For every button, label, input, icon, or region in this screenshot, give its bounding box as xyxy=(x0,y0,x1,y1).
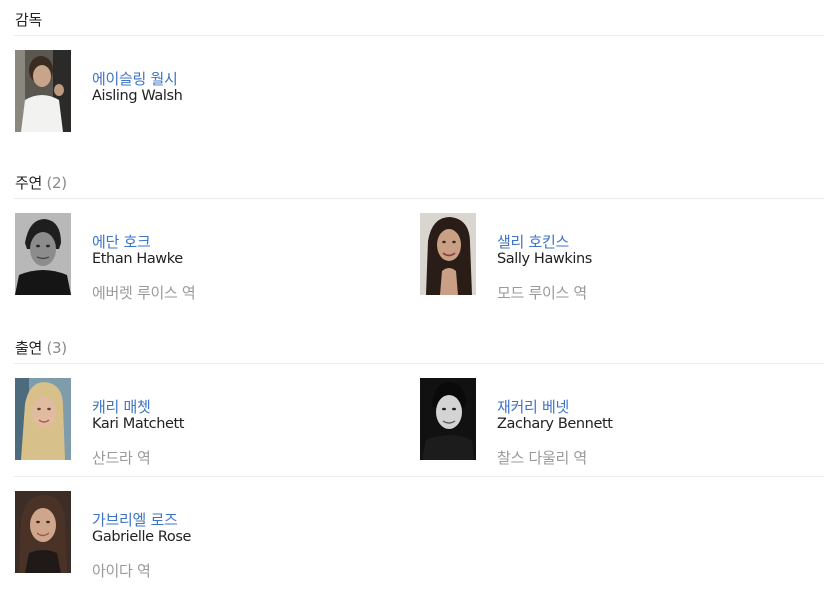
person-name-ko-link[interactable]: 에단 호크 xyxy=(92,231,151,252)
person-name-en: Gabrielle Rose xyxy=(92,529,191,545)
person-name-en: Sally Hawkins xyxy=(497,251,592,267)
section-title-supporting: 출연 (3) xyxy=(15,337,67,358)
divider xyxy=(14,363,824,364)
person-photo[interactable] xyxy=(15,378,71,460)
person-card-supporting-0: 캐리 매쳇 Kari Matchett 산드라 역 xyxy=(15,378,395,467)
person-name-en: Ethan Hawke xyxy=(92,251,183,267)
person-card-supporting-2: 가브리엘 로즈 Gabrielle Rose 아이다 역 xyxy=(15,491,395,580)
person-role: 아이다 역 xyxy=(92,562,151,580)
section-count: (3) xyxy=(46,339,67,357)
person-photo[interactable] xyxy=(420,213,476,295)
divider xyxy=(14,35,824,36)
person-card-lead-1: 샐리 호킨스 Sally Hawkins 모드 루이스 역 xyxy=(420,213,800,302)
person-name-ko-link[interactable]: 재커리 베넷 xyxy=(497,396,569,417)
section-title-text: 주연 xyxy=(15,174,43,192)
person-card-director: 에이슬링 월시 Aisling Walsh xyxy=(15,50,395,132)
section-count: (2) xyxy=(46,174,67,192)
person-photo[interactable] xyxy=(420,378,476,460)
person-name-en: Aisling Walsh xyxy=(92,88,183,104)
person-name-ko-link[interactable]: 가브리엘 로즈 xyxy=(92,509,178,530)
person-photo[interactable] xyxy=(15,213,71,295)
section-title-text: 출연 xyxy=(15,339,43,357)
person-name-ko-link[interactable]: 샐리 호킨스 xyxy=(497,231,569,252)
person-name-ko-link[interactable]: 에이슬링 월시 xyxy=(92,68,178,89)
person-photo[interactable] xyxy=(15,491,71,573)
person-name-en: Zachary Bennett xyxy=(497,416,613,432)
person-photo[interactable] xyxy=(15,50,71,132)
person-card-lead-0: 에단 호크 Ethan Hawke 에버렛 루이스 역 xyxy=(15,213,395,302)
person-role: 에버렛 루이스 역 xyxy=(92,284,196,302)
divider xyxy=(14,198,824,199)
person-role: 찰스 다울리 역 xyxy=(497,449,587,467)
section-title-lead: 주연 (2) xyxy=(15,172,67,193)
divider xyxy=(14,476,824,477)
person-role: 산드라 역 xyxy=(92,449,151,467)
section-title-text: 감독 xyxy=(15,11,43,29)
person-name-en: Kari Matchett xyxy=(92,416,185,432)
person-role: 모드 루이스 역 xyxy=(497,284,587,302)
person-card-supporting-1: 재커리 베넷 Zachary Bennett 찰스 다울리 역 xyxy=(420,378,800,467)
section-title-director: 감독 xyxy=(15,9,42,30)
person-name-ko-link[interactable]: 캐리 매쳇 xyxy=(92,396,151,417)
